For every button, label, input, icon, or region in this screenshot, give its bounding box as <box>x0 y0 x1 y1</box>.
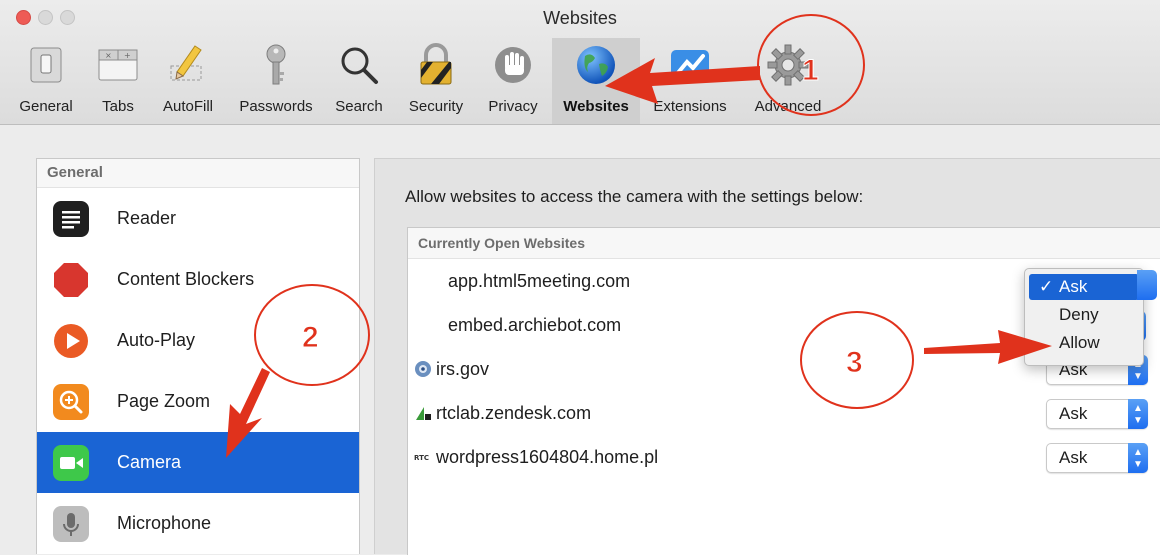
tab-general[interactable]: General <box>14 38 78 124</box>
sidebar-item-label: Auto-Play <box>117 330 196 350</box>
zoom-icon <box>53 384 89 420</box>
tab-search-label: Search <box>335 98 383 115</box>
popup-option-label: Deny <box>1059 305 1099 324</box>
permission-select-value: Ask <box>1059 404 1088 423</box>
svg-text:+: + <box>124 51 131 60</box>
popup-option-ask[interactable]: ✓ Ask <box>1029 274 1139 300</box>
tab-privacy[interactable]: Privacy <box>480 38 546 124</box>
chevron-updown-icon: ▲▼ <box>1128 443 1148 473</box>
sidebar-item-camera[interactable]: Camera <box>37 432 359 493</box>
svg-text:RTC: RTC <box>414 454 429 462</box>
website-name: wordpress1604804.home.pl <box>436 447 659 467</box>
checkmark-icon: ✓ <box>1039 277 1054 296</box>
tab-tabs[interactable]: × + Tabs <box>92 38 144 124</box>
pane-description: Allow websites to access the camera with… <box>405 187 864 206</box>
sidebar-item-label: Reader <box>117 208 177 228</box>
sidebar-item-label: Camera <box>117 452 182 472</box>
sidebar-item-content-blockers[interactable]: Content Blockers <box>37 249 359 310</box>
tab-extensions-label: Extensions <box>653 98 727 115</box>
permission-popup-menu: ✓ Ask Deny Allow <box>1024 268 1144 366</box>
reader-icon <box>53 201 89 237</box>
permission-select-value: Ask <box>1059 448 1088 467</box>
play-icon <box>54 324 88 358</box>
sidebar-item-auto-play[interactable]: Auto-Play <box>37 310 359 371</box>
puzzle-icon <box>671 50 709 82</box>
tab-websites-label: Websites <box>563 98 629 115</box>
tab-search[interactable]: Search <box>328 38 390 124</box>
key-icon <box>266 44 286 85</box>
website-row: rtclab.zendesk.com Ask ▲ ▼ <box>408 391 1160 435</box>
popup-option-deny[interactable]: Deny <box>1029 302 1139 328</box>
stop-sign-icon <box>54 263 88 297</box>
websites-list-header: Currently Open Websites <box>408 228 1160 259</box>
magnifier-icon <box>341 47 378 84</box>
tab-security-label: Security <box>408 98 464 115</box>
general-switch-icon <box>30 47 62 83</box>
sidebar-section-header: General <box>37 159 359 188</box>
tab-passwords-label: Passwords <box>239 98 313 115</box>
tab-security[interactable]: Security <box>398 38 474 124</box>
website-name: irs.gov <box>436 359 490 379</box>
permission-select[interactable]: Ask ▲▼ <box>1046 443 1148 473</box>
tab-general-label: General <box>19 98 73 115</box>
window-title: Websites <box>543 8 617 28</box>
hand-icon <box>495 47 531 83</box>
tab-tabs-label: Tabs <box>102 98 134 115</box>
toolbar: Websites General × + Tabs AutoFill Passw… <box>0 0 1160 125</box>
lock-icon <box>420 43 452 85</box>
sidebar-item-microphone[interactable]: Microphone <box>37 493 359 554</box>
microphone-icon <box>53 506 89 542</box>
gear-icon <box>767 44 809 86</box>
sidebar-item-label: Content Blockers <box>117 269 255 289</box>
tab-autofill-label: AutoFill <box>162 98 214 115</box>
website-name: rtclab.zendesk.com <box>436 403 592 423</box>
sidebar-item-reader[interactable]: Reader <box>37 188 359 249</box>
popup-option-label: Allow <box>1059 333 1100 352</box>
tab-extensions[interactable]: Extensions <box>644 38 736 124</box>
website-name: embed.archiebot.com <box>448 315 622 335</box>
tab-websites[interactable]: Websites <box>552 38 640 124</box>
irs-favicon-icon <box>415 361 431 377</box>
tab-advanced[interactable]: Advanced <box>744 38 832 124</box>
tab-autofill[interactable]: AutoFill <box>152 38 224 124</box>
svg-text:×: × <box>105 51 112 60</box>
tab-privacy-label: Privacy <box>488 98 538 115</box>
globe-icon <box>577 46 615 84</box>
website-row: RTC wordpress1604804.home.pl Ask ▲ ▼ <box>408 435 1160 479</box>
tab-passwords[interactable]: Passwords <box>228 38 324 124</box>
pencil-icon <box>170 45 202 81</box>
zendesk-favicon-icon <box>416 407 431 420</box>
sidebar-item-page-zoom[interactable]: Page Zoom <box>37 371 359 432</box>
chevron-updown-icon: ▲▼ <box>1128 399 1148 429</box>
camera-icon <box>53 445 89 481</box>
permission-select-stepper[interactable] <box>1137 270 1157 300</box>
popup-option-allow[interactable]: Allow <box>1029 330 1139 356</box>
popup-option-label: Ask <box>1059 277 1088 296</box>
tabs-icon: × + <box>98 49 138 81</box>
permission-select[interactable]: Ask ▲▼ <box>1046 399 1148 429</box>
website-name: app.html5meeting.com <box>448 271 631 291</box>
tab-advanced-label: Advanced <box>754 98 822 115</box>
sidebar-item-label: Microphone <box>117 513 212 533</box>
rtc-favicon-icon: RTC <box>414 454 429 462</box>
sidebar-item-label: Page Zoom <box>117 391 211 411</box>
settings-sidebar: General Reader Content Blockers Auto-Pla… <box>36 158 360 554</box>
